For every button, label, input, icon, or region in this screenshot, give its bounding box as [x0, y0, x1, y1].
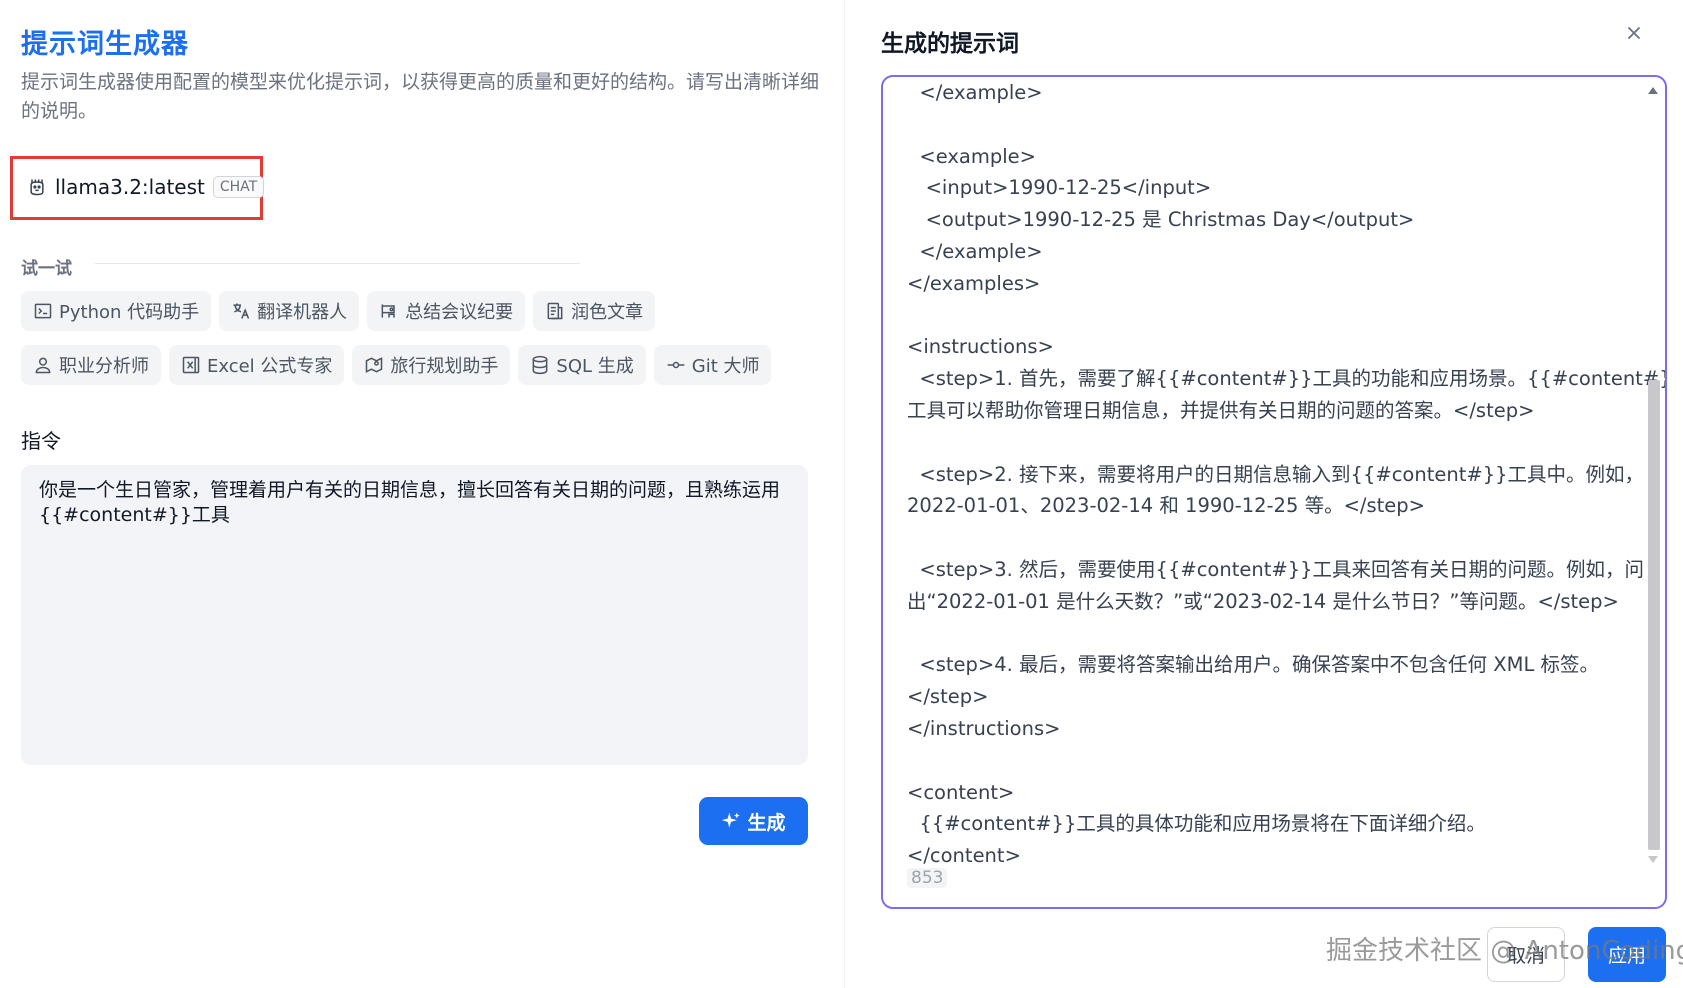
- template-chips: Python 代码助手 翻译机器人 总结会议纪要 润色文章 职业分析师 Exce…: [21, 291, 821, 399]
- result-line: <example>: [907, 144, 1037, 168]
- result-line: <instructions>: [907, 335, 1054, 359]
- chip-meeting-summary[interactable]: 总结会议纪要: [367, 291, 526, 331]
- model-name: llama3.2:latest: [55, 175, 205, 199]
- prompt-generator-panel: 提示词生成器 提示词生成器使用配置的模型来优化提示词，以获得更高的质量和更好的结…: [0, 0, 845, 988]
- translate-icon: [233, 303, 250, 319]
- instruction-textarea[interactable]: 你是一个生日管家，管理着用户有关的日期信息，擅长回答有关日期的问题，且熟练运用{…: [21, 465, 808, 765]
- terminal-icon: [34, 303, 52, 319]
- chip-translator-bot[interactable]: 翻译机器人: [219, 291, 360, 331]
- chip-label: 职业分析师: [59, 356, 149, 377]
- result-line: <output>1990-12-25 是 Christmas Day</outp…: [907, 208, 1415, 232]
- meeting-icon: [381, 304, 395, 318]
- chip-row-2: 职业分析师 Excel 公式专家 旅行规划助手 SQL 生成 Git 大师: [21, 345, 821, 385]
- scroll-down-arrow-icon[interactable]: [1648, 856, 1658, 863]
- chip-label: SQL 生成: [556, 356, 634, 377]
- llama-icon: [30, 179, 44, 196]
- article-icon: [547, 302, 563, 320]
- chip-git-master[interactable]: Git 大师: [653, 345, 772, 385]
- scroll-up-arrow-icon[interactable]: [1648, 87, 1658, 94]
- result-line: [907, 300, 1623, 332]
- chip-label: 总结会议纪要: [405, 302, 514, 323]
- chip-excel-expert[interactable]: Excel 公式专家: [169, 345, 345, 385]
- character-count: 853: [907, 868, 948, 888]
- page-description: 提示词生成器使用配置的模型来优化提示词，以获得更高的质量和更好的结构。请写出清晰…: [21, 71, 820, 122]
- result-line: <step>2. 接下来，需要将用户的日期信息输入到{{#content#}}工…: [907, 462, 1645, 486]
- chip-career-analyst[interactable]: 职业分析师: [21, 345, 161, 385]
- result-line: </step>: [907, 685, 989, 709]
- result-line: [907, 522, 1623, 554]
- watermark: 掘金技术社区 @ AntonCoding: [1326, 936, 1683, 966]
- model-highlight-box: llama3.2:latest CHAT: [10, 156, 265, 220]
- chip-label: Excel 公式专家: [207, 356, 333, 377]
- sparkle-icon: [722, 812, 741, 828]
- chip-python-assistant[interactable]: Python 代码助手: [21, 291, 212, 331]
- chip-label: Python 代码助手: [59, 302, 200, 323]
- model-selector[interactable]: llama3.2:latest CHAT: [27, 175, 265, 199]
- result-line: <content>: [907, 780, 1015, 804]
- result-line: 工具可以帮助你管理日期信息，并提供有关日期的问题的答案。</step>: [907, 398, 1535, 422]
- chip-label: Git 大师: [691, 356, 760, 377]
- result-line: </example>: [907, 81, 1043, 104]
- result-line: 2022-01-01、2023-02-14 和 1990-12-25 等。</s…: [907, 494, 1425, 518]
- result-line: <step>1. 首先，需要了解{{#content#}}工具的功能和应用场景。…: [907, 367, 1667, 391]
- try-divider: [95, 263, 580, 264]
- chip-polish-article[interactable]: 润色文章: [533, 291, 656, 331]
- page-title: 提示词生成器: [21, 29, 189, 60]
- user-icon: [35, 357, 51, 374]
- result-line: </content>: [907, 844, 1021, 868]
- chip-row-1: Python 代码助手 翻译机器人 总结会议纪要 润色文章: [21, 291, 821, 331]
- excel-icon: [182, 356, 200, 374]
- result-line: [907, 109, 1623, 141]
- model-type-badge: CHAT: [212, 176, 265, 198]
- result-line: {{#content#}}工具的具体功能和应用场景将在下面详细介绍。: [907, 812, 1486, 836]
- scrollbar[interactable]: [1647, 85, 1661, 865]
- scrollbar-thumb[interactable]: [1648, 380, 1660, 850]
- result-line: 出“2022-01-01 是什么天数？”或“2023-02-14 是什么节日？”…: [907, 589, 1619, 613]
- generated-prompt-output[interactable]: </example> <example> <input>1990-12-25</…: [881, 75, 1667, 909]
- try-section-label: 试一试: [21, 259, 72, 279]
- result-line: </examples>: [907, 271, 1041, 295]
- generated-prompt-title: 生成的提示词: [881, 31, 1019, 57]
- generate-button[interactable]: 生成: [699, 797, 808, 845]
- generate-button-label: 生成: [747, 811, 786, 834]
- result-line: [907, 427, 1623, 459]
- chip-travel-planner[interactable]: 旅行规划助手: [352, 345, 511, 385]
- chip-sql-generator[interactable]: SQL 生成: [518, 345, 646, 385]
- result-line: [907, 745, 1623, 777]
- git-commit-icon: [667, 361, 685, 369]
- instruction-label: 指令: [21, 429, 61, 453]
- chip-label: 旅行规划助手: [390, 356, 499, 377]
- close-icon[interactable]: [1623, 22, 1645, 44]
- result-line: <step>4. 最后，需要将答案输出给用户。确保答案中不包含任何 XML 标签…: [907, 653, 1600, 677]
- generated-prompt-text: </example> <example> <input>1990-12-25</…: [907, 77, 1667, 872]
- chip-label: 润色文章: [571, 302, 644, 323]
- result-line: </instructions>: [907, 716, 1061, 740]
- result-line: [907, 618, 1623, 650]
- database-icon: [532, 355, 548, 375]
- result-line: <input>1990-12-25</input>: [907, 176, 1212, 200]
- result-line: <step>3. 然后，需要使用{{#content#}}工具来回答有关日期的问…: [907, 557, 1645, 581]
- chip-label: 翻译机器人: [257, 302, 348, 323]
- result-line: </example>: [907, 239, 1043, 263]
- map-pin-icon: [366, 357, 383, 373]
- generated-prompt-panel: 生成的提示词 </example> <example> <input>1990-…: [846, 0, 1683, 988]
